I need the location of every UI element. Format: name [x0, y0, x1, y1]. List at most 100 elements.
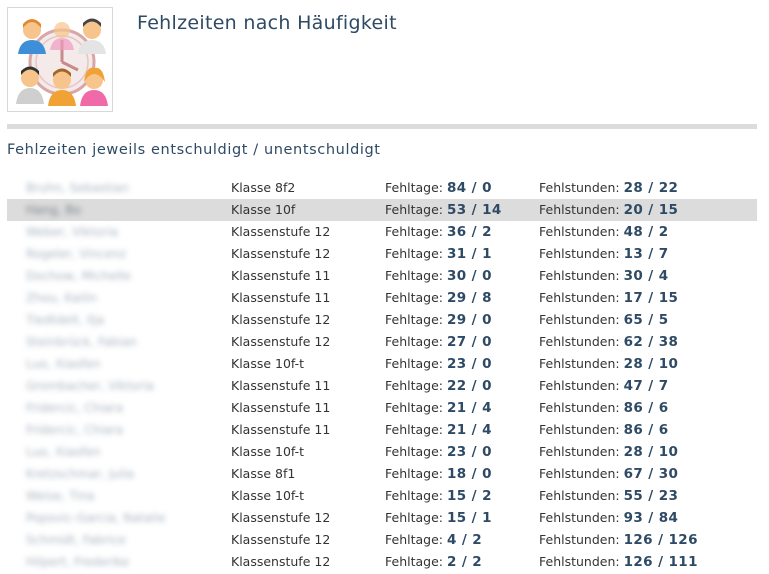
class-label: Klassenstufe 12: [231, 532, 331, 547]
absence-days: Fehltage: 4 / 2: [385, 529, 482, 551]
student-name[interactable]: Kretzschmar, Julia: [26, 463, 166, 485]
absence-days: Fehltage: 27 / 0: [385, 331, 492, 353]
table-row[interactable]: Zhou, Kailin Klassenstufe 11 Fehltage: 29 …: [7, 287, 757, 309]
absence-days-label: Fehltage:: [385, 180, 443, 195]
absence-hours: Fehlstunden: 30 / 4: [539, 265, 669, 287]
table-row[interactable]: Grombacher, Viktoria Klassenstufe 11 Fehlt…: [7, 375, 757, 397]
table-row[interactable]: Hilpert, Frederike Klassenstufe 12 Fehltag…: [7, 551, 757, 573]
student-name[interactable]: Schmidt, Fabrice: [26, 529, 166, 551]
class-label: Klasse 10f-t: [231, 356, 305, 371]
absence-hours-value: 62 / 38: [623, 334, 679, 350]
absence-hours: Fehlstunden: 28 / 10: [539, 441, 678, 463]
absence-hours: Fehlstunden: 48 / 2: [539, 221, 669, 243]
absence-days-label: Fehltage:: [385, 532, 443, 547]
absence-days-label: Fehltage:: [385, 202, 443, 217]
student-name[interactable]: Bruhn, Sebastian: [26, 177, 166, 199]
class-label: Klassenstufe 12: [231, 312, 331, 327]
absence-hours: Fehlstunden: 13 / 7: [539, 243, 669, 265]
page-title: Fehlzeiten nach Häufigkeit: [137, 12, 397, 34]
absence-days-value: 53 / 14: [446, 202, 502, 218]
table-row[interactable]: Fridercic, Chiara Klassenstufe 11 Fehltage…: [7, 419, 757, 441]
student-name[interactable]: Steinbrück, Fabian: [26, 331, 166, 353]
absence-hours-value: 67 / 30: [623, 466, 679, 482]
class-label: Klasse 10f-t: [231, 488, 305, 503]
absence-hours: Fehlstunden: 28 / 22: [539, 177, 678, 199]
table-row[interactable]: Luo, Xiaofen Klasse 10f-t Fehltage: 23 / 0…: [7, 353, 757, 375]
student-name[interactable]: Tiedtdelt, Ilja: [26, 309, 166, 331]
student-name[interactable]: Weise, Tina: [26, 485, 166, 507]
absence-days-label: Fehltage:: [385, 378, 443, 393]
class-label: Klasse 10f-t: [231, 444, 305, 459]
absence-hours-label: Fehlstunden:: [539, 224, 620, 239]
student-name[interactable]: Weber, Viktoria: [26, 221, 166, 243]
absence-days: Fehltage: 29 / 8: [385, 287, 492, 309]
class-label: Klassenstufe 12: [231, 510, 331, 525]
absence-hours-value: 86 / 6: [623, 400, 669, 416]
table-row[interactable]: Rogeler, Vincenz Klassenstufe 12 Fehltage:…: [7, 243, 757, 265]
table-row[interactable]: Bruhn, Sebastian Klasse 8f2 Fehltage: 84 /…: [7, 177, 757, 199]
absence-days-value: 31 / 1: [446, 246, 492, 262]
class-label: Klasse 10f: [231, 202, 296, 217]
absence-hours-label: Fehlstunden:: [539, 290, 620, 305]
table-row[interactable]: Tiedtdelt, Ilja Klassenstufe 12 Fehltage: …: [7, 309, 757, 331]
absence-days-label: Fehltage:: [385, 488, 443, 503]
absence-days-label: Fehltage:: [385, 444, 443, 459]
absence-days: Fehltage: 21 / 4: [385, 397, 492, 419]
absence-hours: Fehlstunden: 86 / 6: [539, 397, 669, 419]
student-name[interactable]: Hilpert, Frederike: [26, 551, 166, 573]
absence-hours-value: 126 / 126: [623, 532, 698, 548]
absence-days-label: Fehltage:: [385, 290, 443, 305]
table-row[interactable]: Dochow, Michelle Klassenstufe 11 Fehltage:…: [7, 265, 757, 287]
absence-days: Fehltage: 15 / 1: [385, 507, 492, 529]
absence-days-label: Fehltage:: [385, 400, 443, 415]
table-row[interactable]: Kretzschmar, Julia Klasse 8f1 Fehltage: 18…: [7, 463, 757, 485]
absence-hours-label: Fehlstunden:: [539, 356, 620, 371]
table-row[interactable]: Hang, Bo Klasse 10f Fehltage: 53 / 14 Fehls…: [7, 199, 757, 221]
student-name[interactable]: Luo, Xiaofen: [26, 441, 166, 463]
absence-days-value: 21 / 4: [446, 400, 492, 416]
table-row[interactable]: Weber, Viktoria Klassenstufe 12 Fehltage: …: [7, 221, 757, 243]
absence-days-value: 15 / 2: [446, 488, 492, 504]
absence-days: Fehltage: 30 / 0: [385, 265, 492, 287]
student-name[interactable]: Popovic-Garcia, Natalie: [26, 507, 166, 529]
absence-days-value: 21 / 4: [446, 422, 492, 438]
absence-hours-value: 48 / 2: [623, 224, 669, 240]
student-name[interactable]: Rogeler, Vincenz: [26, 243, 166, 265]
table-row[interactable]: Schmidt, Fabrice Klassenstufe 12 Fehltage:…: [7, 529, 757, 551]
absence-days-label: Fehltage:: [385, 510, 443, 525]
student-name[interactable]: Hang, Bo: [26, 199, 166, 221]
absence-hours: Fehlstunden: 28 / 10: [539, 353, 678, 375]
users-clock-icon: [7, 7, 113, 112]
absence-hours-value: 28 / 10: [623, 444, 679, 460]
absence-hours-value: 126 / 111: [623, 554, 698, 570]
absence-hours-label: Fehlstunden:: [539, 378, 620, 393]
student-name[interactable]: Zhou, Kailin: [26, 287, 166, 309]
student-name[interactable]: Fridercic, Chiara: [26, 419, 166, 441]
table-row[interactable]: Fridercic, Chiara Klassenstufe 11 Fehltage…: [7, 397, 757, 419]
student-name[interactable]: Dochow, Michelle: [26, 265, 166, 287]
table-row[interactable]: Weise, Tina Klasse 10f-t Fehltage: 15 / 2F…: [7, 485, 757, 507]
table-row[interactable]: Popovic-Garcia, Natalie Klassenstufe 12 Fe…: [7, 507, 757, 529]
absence-list: Bruhn, Sebastian Klasse 8f2 Fehltage: 84 /…: [7, 177, 757, 573]
absence-hours: Fehlstunden: 47 / 7: [539, 375, 669, 397]
absence-days-value: 18 / 0: [446, 466, 492, 482]
absence-hours-value: 47 / 7: [623, 378, 669, 394]
absence-days: Fehltage: 21 / 4: [385, 419, 492, 441]
absence-hours-value: 93 / 84: [623, 510, 679, 526]
table-row[interactable]: Luo, Xiaofen Klasse 10f-t Fehltage: 23 / 0…: [7, 441, 757, 463]
header-divider: [7, 124, 757, 129]
table-row[interactable]: Steinbrück, Fabian Klassenstufe 12 Fehltag…: [7, 331, 757, 353]
absence-days-value: 36 / 2: [446, 224, 492, 240]
absence-days-label: Fehltage:: [385, 312, 443, 327]
absence-hours-label: Fehlstunden:: [539, 422, 620, 437]
absence-hours-value: 65 / 5: [623, 312, 669, 328]
student-name[interactable]: Luo, Xiaofen: [26, 353, 166, 375]
absence-hours-value: 28 / 22: [623, 180, 679, 196]
logo-graphic: [16, 18, 108, 106]
absence-days: Fehltage: 31 / 1: [385, 243, 492, 265]
student-name[interactable]: Grombacher, Viktoria: [26, 375, 166, 397]
absence-hours-label: Fehlstunden:: [539, 180, 620, 195]
absence-hours-value: 86 / 6: [623, 422, 669, 438]
student-name[interactable]: Fridercic, Chiara: [26, 397, 166, 419]
absence-hours: Fehlstunden: 20 / 15: [539, 199, 678, 221]
